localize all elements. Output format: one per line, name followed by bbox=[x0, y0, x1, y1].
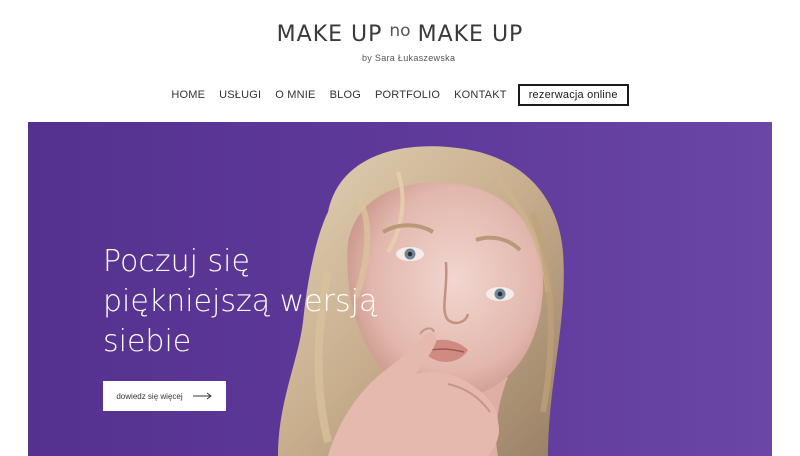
learn-more-button[interactable]: dowiedz się więcej bbox=[103, 381, 226, 411]
nav-item-home[interactable]: HOME bbox=[171, 89, 205, 101]
nav-item-kontakt[interactable]: KONTAKT bbox=[454, 89, 507, 101]
logo-subtitle: by Sara Łukaszewska bbox=[362, 53, 456, 63]
hero-heading-line-2: piękniejszą wersją bbox=[103, 284, 378, 319]
logo-title-right: MAKE UP bbox=[417, 22, 524, 47]
learn-more-label: dowiedz się więcej bbox=[116, 391, 183, 401]
nav-item-portfolio[interactable]: PORTFOLIO bbox=[375, 89, 440, 101]
arrow-right-icon bbox=[192, 392, 212, 400]
logo-wordmark: MAKE UP no MAKE UP bbox=[276, 21, 524, 47]
site-logo[interactable]: MAKE UP no MAKE UP by Sara Łukaszewska bbox=[0, 21, 800, 63]
nav-item-o-mnie[interactable]: O MNIE bbox=[275, 89, 315, 101]
nav-item-uslugi[interactable]: USŁUGI bbox=[219, 89, 261, 101]
hero-banner: Poczuj się piękniejszą wersją siebie dow… bbox=[28, 122, 772, 456]
hero-heading-line-1: Poczuj się bbox=[103, 244, 250, 279]
booking-button[interactable]: rezerwacja online bbox=[517, 84, 629, 106]
nav-item-blog[interactable]: BLOG bbox=[330, 89, 361, 101]
main-navigation: HOME USŁUGI O MNIE BLOG PORTFOLIO KONTAK… bbox=[0, 84, 800, 106]
hero-heading: Poczuj się piękniejszą wersją siebie bbox=[103, 242, 403, 362]
hero-heading-line-3: siebie bbox=[103, 324, 192, 359]
logo-title-left: MAKE UP bbox=[276, 22, 383, 47]
logo-title-mid: no bbox=[389, 21, 411, 41]
